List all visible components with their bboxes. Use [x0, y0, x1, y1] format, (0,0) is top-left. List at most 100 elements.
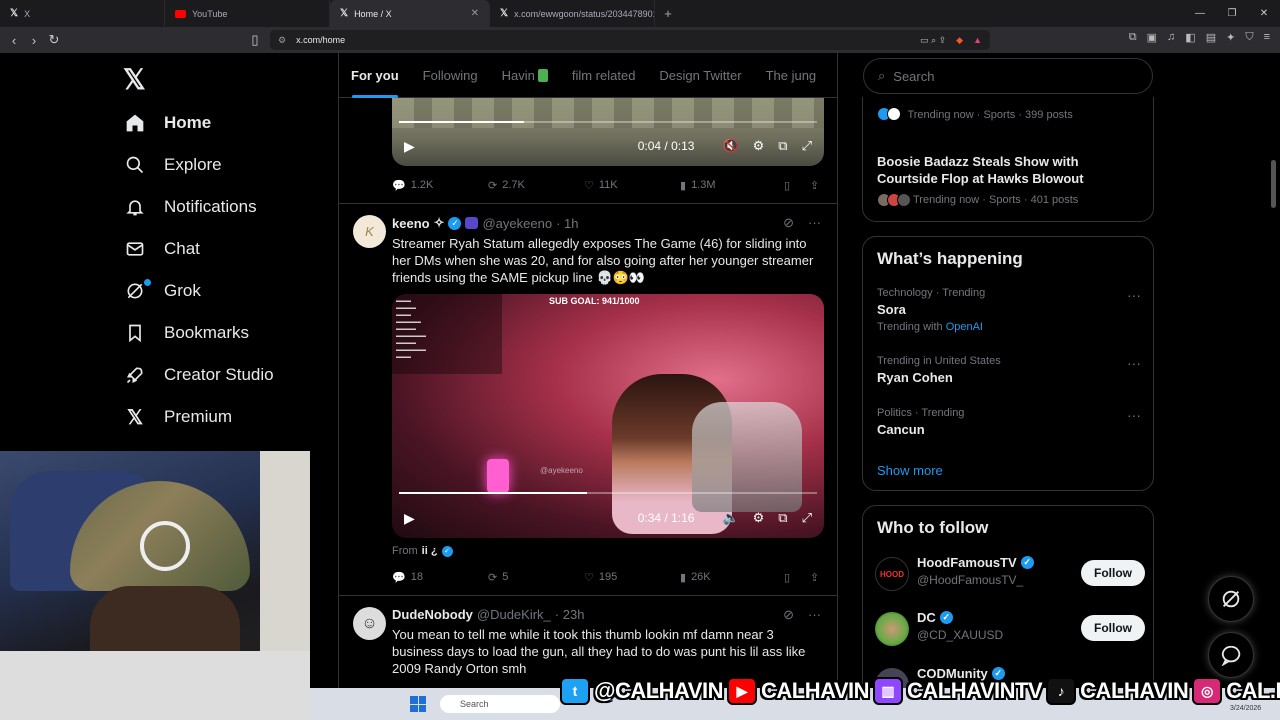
avatar[interactable]: HOOD [875, 557, 909, 591]
sidebar-item-grok[interactable]: Grok [124, 276, 201, 306]
ai-icon[interactable]: ✦ [1226, 31, 1235, 44]
sidebar-item-creator-studio[interactable]: Creator Studio [124, 360, 274, 390]
bookmark-button[interactable]: ▯ [784, 571, 810, 584]
reply-button[interactable]: 💬 18 [392, 571, 488, 584]
taskbar-search[interactable]: Search [440, 695, 560, 713]
site-info-icon[interactable]: ⚙ [278, 35, 286, 46]
avatar[interactable]: ☺ [353, 607, 386, 640]
sidebar-item-chat[interactable]: Chat [124, 234, 200, 264]
forward-button[interactable]: › [24, 33, 44, 48]
address-bar[interactable]: ⚙ x.com/home ▭ ⌕ ⇪ ◆ ▲ [270, 30, 990, 50]
fullscreen-icon[interactable]: ⤢ [802, 510, 812, 526]
brave-rewards-icon[interactable]: ▲ [973, 35, 982, 45]
follow-suggestion[interactable]: DC ✓ @CD_XAUUSD Follow [875, 610, 1145, 650]
follow-button[interactable]: Follow [1081, 560, 1145, 586]
sidebar-item-bookmarks[interactable]: Bookmarks [124, 318, 249, 348]
tab-film-related[interactable]: film related [560, 53, 648, 98]
trend-item[interactable]: Trending in United States Ryan Cohen ··· [877, 355, 1141, 385]
from-user[interactable]: ii ¿ [422, 545, 438, 557]
back-button[interactable]: ‹ [4, 33, 24, 48]
pip-icon[interactable]: ⧉ [778, 510, 787, 526]
trend-item[interactable]: Trending now · Sports · 399 posts [877, 105, 1141, 123]
repost-button[interactable]: ⟳ 2.7K [488, 179, 584, 192]
share-button[interactable]: ⇪ [810, 571, 824, 584]
more-icon[interactable]: ··· [1127, 355, 1141, 371]
new-tab-button[interactable]: + [655, 6, 681, 21]
grok-icon[interactable]: ⊘ [783, 607, 794, 623]
search-input[interactable]: ⌕ Search [863, 58, 1153, 94]
bookmark-page-icon[interactable]: ▯ [245, 32, 265, 48]
play-icon[interactable]: ▶ [404, 510, 415, 527]
like-button[interactable]: ♡ 195 [584, 571, 680, 584]
post-time[interactable]: · 23h [555, 607, 585, 622]
messages-fab-button[interactable] [1208, 632, 1254, 678]
show-more-link[interactable]: Show more [877, 463, 943, 478]
wallet-icon[interactable]: ▤ [1206, 31, 1216, 44]
sidebar-icon[interactable]: ▣ [1147, 31, 1157, 44]
restore-button[interactable]: ❐ [1216, 0, 1248, 27]
play-icon[interactable]: ▶ [404, 138, 415, 155]
tab-following[interactable]: Following [411, 53, 490, 98]
like-button[interactable]: ♡ 11K [584, 179, 680, 192]
trend-item[interactable]: Technology · Trending Sora Trending with… [877, 287, 1141, 333]
settings-icon[interactable]: ⚙ [753, 138, 765, 154]
page-tools-icons[interactable]: ▭ ⌕ ⇪ [920, 35, 946, 46]
avatar[interactable]: K [353, 215, 386, 248]
mute-icon[interactable]: 🔇 [722, 138, 738, 154]
post-time[interactable]: · 1h [556, 216, 578, 231]
minimize-button[interactable]: — [1184, 0, 1216, 27]
video-player[interactable]: ▶ 0:04 / 0:13 🔇 ⚙ ⧉ ⤢ [392, 98, 824, 166]
panel-icon[interactable]: ◧ [1185, 31, 1195, 44]
pip-icon[interactable]: ⧉ [778, 138, 787, 154]
video-progress[interactable] [399, 121, 817, 123]
more-icon[interactable]: ··· [1127, 407, 1141, 423]
reload-button[interactable]: ↻ [44, 32, 64, 48]
media-icon[interactable]: ♫ [1167, 31, 1175, 44]
follow-button[interactable]: Follow [1081, 615, 1145, 641]
share-button[interactable]: ⇪ [810, 179, 824, 192]
video-progress[interactable] [399, 492, 817, 494]
brave-shield-icon[interactable]: ◆ [956, 35, 963, 46]
tab-the-jung[interactable]: The jung [754, 53, 829, 98]
views-button[interactable]: ▮ 26K [680, 571, 776, 584]
follow-suggestion[interactable]: HOOD HoodFamousTV ✓ @HoodFamousTV_ Follow [875, 555, 1145, 595]
grok-icon[interactable]: ⊘ [783, 215, 794, 231]
x-logo-icon[interactable]: 𝕏 [123, 63, 146, 96]
trend-item[interactable]: Politics · Trending Cancun ··· [877, 407, 1141, 437]
windows-start-icon[interactable] [410, 696, 426, 712]
avatar[interactable] [875, 612, 909, 646]
sidebar-item-home[interactable]: Home [124, 108, 211, 138]
sidebar-item-premium[interactable]: 𝕏 Premium [124, 402, 232, 432]
volume-icon[interactable]: 🔈 [722, 510, 738, 526]
browser-tab[interactable]: 𝕏 x.com/ewwgoon/status/2034478901 [490, 0, 655, 27]
tab-design-twitter[interactable]: Design Twitter [647, 53, 753, 98]
author-handle[interactable]: @ayekeeno [482, 216, 552, 231]
tab-for-you[interactable]: For you [339, 53, 411, 98]
bookmark-button[interactable]: ▯ [784, 179, 810, 192]
fullscreen-icon[interactable]: ⤢ [802, 138, 812, 154]
author-name[interactable]: keeno [392, 216, 430, 231]
repost-button[interactable]: ⟳ 5 [488, 571, 584, 584]
tab-havin[interactable]: Havin [490, 53, 560, 98]
browser-tab[interactable]: 𝕏 X [0, 0, 165, 27]
more-icon[interactable]: ··· [808, 607, 821, 623]
trend-item[interactable]: Boosie Badazz Steals Show with Courtside… [877, 150, 1141, 207]
sidebar-item-notifications[interactable]: Notifications [124, 192, 257, 222]
reply-button[interactable]: 💬 1.2K [392, 179, 488, 192]
page-scrollbar[interactable] [1271, 160, 1276, 208]
vpn-icon[interactable]: ⛉ [1245, 31, 1253, 44]
close-icon[interactable]: ✕ [471, 8, 479, 19]
trend-link[interactable]: OpenAI [946, 321, 983, 333]
browser-tab-active[interactable]: 𝕏 Home / X ✕ [330, 0, 490, 27]
author-handle[interactable]: @DudeKirk_ [477, 607, 551, 622]
browser-tab[interactable]: YouTube [165, 0, 330, 27]
close-window-button[interactable]: ✕ [1248, 0, 1280, 27]
menu-icon[interactable]: ≡ [1264, 31, 1270, 44]
views-button[interactable]: ▮ 1.3M [680, 179, 776, 192]
sidebar-item-explore[interactable]: Explore [124, 150, 222, 180]
video-player[interactable]: ▬▬▬ ▬▬▬▬ ▬▬▬ ▬▬▬▬▬ ▬▬▬▬ ▬▬▬▬▬▬ ▬▬▬▬ ▬▬▬▬▬▬ ▬▬▬ S… [392, 294, 824, 538]
more-icon[interactable]: ··· [1127, 287, 1141, 303]
extensions-icon[interactable]: ⧉ [1129, 31, 1137, 44]
grok-fab-button[interactable] [1208, 576, 1254, 622]
settings-icon[interactable]: ⚙ [753, 510, 765, 526]
